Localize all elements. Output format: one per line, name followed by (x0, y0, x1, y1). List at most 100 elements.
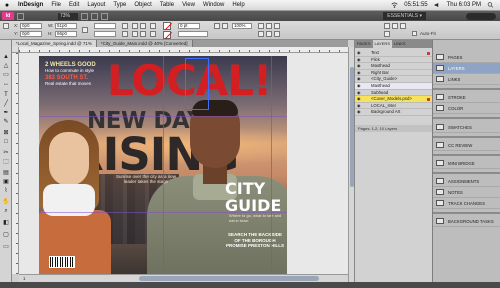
flip-horizontal-icon[interactable] (132, 31, 138, 37)
scale-x-field[interactable] (94, 23, 116, 29)
layer-row[interactable]: ◉ Text (355, 50, 433, 57)
pencil-tool-icon[interactable]: ✎ (2, 119, 10, 126)
dock-links[interactable]: LINKS (433, 74, 500, 85)
dock-cc-review[interactable]: CC REVIEW (433, 140, 500, 151)
screen-mode-icon[interactable] (91, 12, 98, 20)
horizontal-scroll-thumb[interactable] (139, 276, 319, 281)
select-content-icon[interactable] (150, 31, 156, 37)
column-guide[interactable] (271, 56, 272, 274)
fill-frame-icon[interactable] (274, 31, 280, 37)
headline-tagline[interactable]: Sunrise over the city as a new leader ta… (111, 174, 181, 184)
layer-row[interactable]: ◉ Right Bar (355, 70, 433, 77)
view-options-icon[interactable] (81, 12, 88, 20)
doc-tab-local-magazine[interactable]: *Local_Magazine_Spring.indd @ 71% (12, 40, 97, 47)
tab-links[interactable]: LINKS (392, 40, 408, 48)
apple-icon[interactable]: ● (0, 2, 14, 9)
eyedropper-tool-icon[interactable]: ⌇ (2, 188, 10, 195)
page-tool-icon[interactable]: ▭ (2, 72, 10, 79)
zoom-tool-icon[interactable]: ⌕ (2, 208, 10, 215)
menu-type[interactable]: Type (109, 2, 130, 8)
y-field[interactable]: 0p0 (20, 31, 42, 37)
rotate-icon[interactable] (122, 23, 128, 29)
pen-tool-icon[interactable]: ✒ (2, 110, 10, 117)
align-center-icon[interactable] (392, 23, 398, 29)
menu-layout[interactable]: Layout (83, 2, 109, 8)
eye-icon[interactable]: ◉ (357, 57, 361, 62)
fit-content-icon[interactable] (258, 31, 264, 37)
stroke-swatch-none[interactable] (163, 31, 171, 39)
fill-stroke-swatch-icon[interactable]: ◧ (2, 220, 10, 227)
fill-swatch-none[interactable] (163, 22, 171, 30)
bridge-icon[interactable] (17, 12, 24, 20)
eye-icon[interactable]: ◉ (357, 64, 361, 68)
city-guide-title[interactable]: CITY GUIDE (225, 180, 281, 214)
drop-shadow-icon[interactable] (214, 23, 220, 29)
menu-help[interactable]: Help (228, 2, 248, 8)
note-tool-icon[interactable]: ▣ (2, 179, 10, 186)
eye-icon[interactable]: ◉ (357, 51, 361, 55)
rotate-90-cw-icon[interactable] (132, 23, 138, 29)
cover-lines-left[interactable]: 2 WHEELS GOOD How to commute in style 38… (45, 62, 103, 86)
eye-icon[interactable]: ◉ (357, 97, 361, 101)
select-container-icon[interactable] (150, 23, 156, 29)
fit-frame-icon[interactable] (266, 31, 272, 37)
arrange-documents-icon[interactable] (101, 12, 108, 20)
zoom-level-field[interactable]: 73% (58, 12, 78, 20)
scale-y-field[interactable] (94, 31, 116, 37)
workspace-switcher[interactable]: ESSENTIALS ▾ (383, 12, 426, 20)
row-guide[interactable] (39, 212, 287, 213)
layer-row-selected[interactable]: ◉ <Cover_Models.psd> (355, 96, 433, 103)
distribute-icon[interactable] (384, 31, 390, 37)
stroke-type-select[interactable] (178, 31, 208, 37)
volume-icon[interactable] (434, 2, 441, 8)
dock-pages[interactable]: PAGES (433, 52, 500, 63)
flip-vertical-icon[interactable] (140, 31, 146, 37)
layer-row[interactable]: ◉ Background Art (355, 109, 433, 116)
wrap-bounding-icon[interactable] (266, 23, 272, 29)
wifi-icon[interactable] (391, 2, 398, 8)
magazine-cover-page[interactable]: RISING NEW DAY LOCAL! 2 WHEELS GOOD How … (39, 56, 287, 274)
rectangle-tool-icon[interactable]: □ (2, 139, 10, 146)
selection-tool-icon[interactable]: ▲ (2, 54, 10, 61)
constrain-proportions-icon[interactable] (82, 27, 88, 33)
eye-icon[interactable]: ◉ (357, 70, 361, 75)
menu-table[interactable]: Table (156, 2, 178, 8)
page-number-field[interactable]: 1 (23, 276, 26, 281)
cover-model-woman[interactable] (39, 120, 113, 274)
layer-row[interactable]: ◉ Masthead (355, 63, 433, 70)
align-left-icon[interactable] (384, 23, 390, 29)
menu-view[interactable]: View (178, 2, 199, 8)
selected-frame[interactable] (185, 58, 209, 110)
direct-selection-tool-icon[interactable]: △ (2, 63, 10, 70)
eye-icon[interactable]: ◉ (357, 110, 361, 114)
tab-layers[interactable]: LAYERS (372, 40, 392, 48)
horizontal-scrollbar[interactable]: 1 (19, 274, 348, 282)
free-transform-tool-icon[interactable]: ⬚ (2, 159, 10, 166)
eye-icon[interactable]: ◉ (357, 83, 361, 88)
rotate-90-ccw-icon[interactable] (140, 23, 146, 29)
eye-icon[interactable]: ◉ (357, 103, 361, 108)
line-tool-icon[interactable]: ╱ (2, 101, 10, 108)
menu-edit[interactable]: Edit (65, 2, 83, 8)
effects-icon[interactable] (222, 23, 228, 29)
barcode[interactable] (49, 256, 75, 268)
column-guide[interactable] (163, 56, 164, 274)
screen-mode-tool-icon[interactable]: ▭ (2, 244, 10, 251)
layer-row[interactable]: ◉ LOCAL_Inter (355, 103, 433, 110)
align-right-icon[interactable] (400, 23, 406, 29)
autofit-checkbox[interactable] (412, 31, 417, 36)
pasteboard[interactable]: RISING NEW DAY LOCAL! 2 WHEELS GOOD How … (19, 53, 348, 274)
dock-color[interactable]: COLOR (433, 103, 500, 114)
vertical-ruler[interactable] (12, 53, 19, 274)
dock-mini-bridge[interactable]: MINI BRIDGE (433, 158, 500, 169)
w-field[interactable]: 51p0 (55, 23, 77, 29)
eye-icon[interactable]: ◉ (357, 90, 361, 95)
menu-app-name[interactable]: InDesign (14, 2, 47, 8)
reference-point-icon[interactable] (3, 23, 9, 29)
dock-stroke[interactable]: STROKE (433, 92, 500, 103)
eye-icon[interactable]: ◉ (357, 77, 361, 81)
tab-pages[interactable]: PAGES (355, 40, 373, 48)
gap-tool-icon[interactable]: ↔ (2, 81, 10, 88)
menu-window[interactable]: Window (199, 2, 228, 8)
menubar-clock[interactable]: Thu 6:03 PM (443, 2, 485, 8)
